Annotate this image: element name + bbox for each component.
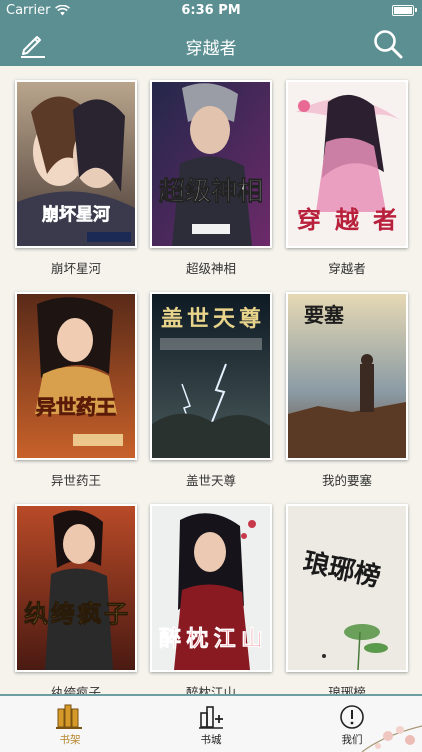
book-item[interactable]: 异世药王 异世药王 xyxy=(15,292,137,489)
search-icon xyxy=(374,30,403,59)
book-title: 超级神相 xyxy=(185,261,236,276)
book-cover[interactable]: 要塞 xyxy=(286,292,408,460)
cover-text: 异世药王 xyxy=(36,395,116,419)
tab-bookshelf[interactable]: 书架 xyxy=(0,696,140,752)
book-item[interactable]: 琅琊榜 琅琊榜 xyxy=(286,504,408,694)
cover-text: 要塞 xyxy=(304,303,345,327)
book-item[interactable]: 穿越者 穿越者 xyxy=(286,80,408,277)
bookshelf-grid: 崩坏星河 崩坏星河 超级神相 超级神相 穿越者 穿越者 异世药王 异世药王 盖世… xyxy=(0,66,422,694)
cover-text: 超级神相 xyxy=(159,176,263,207)
cover-text: 崩坏星河 xyxy=(42,204,110,225)
navigation-bar: 穿越者 xyxy=(0,22,422,66)
book-cover[interactable]: 醉枕江山 xyxy=(150,504,272,672)
cover-text: 穿越者 xyxy=(297,205,397,234)
bookstore-icon xyxy=(199,706,223,729)
status-bar: Carrier 6:36 PM xyxy=(0,0,422,22)
flower-decoration-icon xyxy=(361,725,422,752)
book-item[interactable]: 醉枕江山 醉枕江山 xyxy=(150,504,272,694)
search-button[interactable] xyxy=(372,28,404,60)
battery-icon xyxy=(392,5,417,16)
status-time: 6:36 PM xyxy=(181,3,241,18)
tab-label: 书架 xyxy=(59,734,81,746)
book-title: 异世药王 xyxy=(50,473,101,488)
bookshelf-icon xyxy=(56,704,82,729)
book-title: 崩坏星河 xyxy=(50,261,101,276)
book-item[interactable]: 盖世天尊 盖世天尊 xyxy=(150,292,272,489)
book-title: 琅琊榜 xyxy=(328,685,366,694)
book-title: 盖世天尊 xyxy=(185,473,236,488)
book-cover[interactable]: 异世药王 xyxy=(15,292,137,460)
book-title: 穿越者 xyxy=(328,261,366,276)
book-item[interactable]: 崩坏星河 崩坏星河 xyxy=(15,80,137,277)
book-title: 纨绔疯子 xyxy=(50,685,101,694)
page-title: 穿越者 xyxy=(185,39,237,59)
book-cover[interactable]: 纨绔疯子 xyxy=(15,504,137,672)
book-title: 我的要塞 xyxy=(321,473,372,488)
tab-bookstore[interactable]: 书城 xyxy=(141,696,281,752)
book-cover[interactable]: 琅琊榜 xyxy=(286,504,408,672)
book-item[interactable]: 超级神相 超级神相 xyxy=(150,80,272,277)
book-cover[interactable]: 盖世天尊 xyxy=(150,292,272,460)
book-item[interactable]: 纨绔疯子 纨绔疯子 xyxy=(15,504,137,694)
tab-bar: 书架 书城 我们 xyxy=(0,694,422,752)
book-cover[interactable]: 崩坏星河 xyxy=(15,80,137,248)
tab-label: 书城 xyxy=(200,734,222,746)
book-cover[interactable]: 超级神相 xyxy=(150,80,272,248)
book-item[interactable]: 要塞 我的要塞 xyxy=(286,292,408,489)
book-title: 醉枕江山 xyxy=(185,685,236,694)
book-cover[interactable]: 穿越者 xyxy=(286,80,408,248)
